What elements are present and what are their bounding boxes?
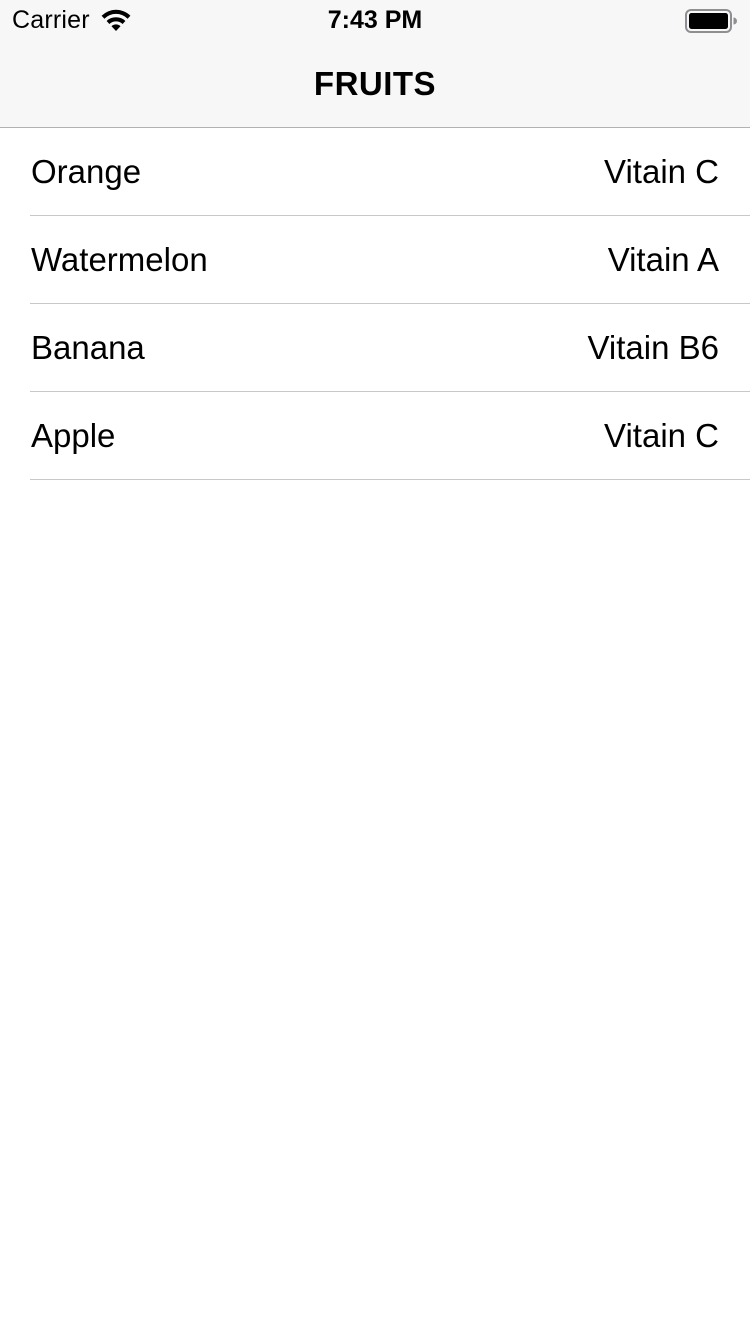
list-item-banana[interactable]: Banana Vitain B6 (0, 304, 750, 392)
list-item-orange[interactable]: Orange Vitain C (0, 128, 750, 216)
row-title: Apple (31, 417, 116, 454)
row-detail: Vitain C (604, 153, 719, 190)
row-detail: Vitain A (607, 241, 719, 278)
row-title: Watermelon (31, 241, 208, 278)
status-bar: Carrier 7:43 PM (0, 0, 750, 40)
status-time: 7:43 PM (327, 6, 423, 34)
row-title: Orange (31, 153, 142, 190)
row-detail: Vitain B6 (587, 329, 719, 366)
top-bar: Carrier 7:43 PM FRUITS (0, 0, 750, 128)
row-title: Banana (31, 329, 145, 366)
list-item-apple[interactable]: Apple Vitain C (0, 392, 750, 480)
list-item-watermelon[interactable]: Watermelon Vitain A (0, 216, 750, 304)
app-screen: Carrier 7:43 PM FRUITS Orange Vitain C W… (0, 0, 750, 1334)
battery-icon (685, 9, 737, 33)
fruit-list: Orange Vitain C Watermelon Vitain A Bana… (0, 128, 750, 480)
page-title: FRUITS (313, 65, 437, 102)
row-detail: Vitain C (604, 417, 719, 454)
